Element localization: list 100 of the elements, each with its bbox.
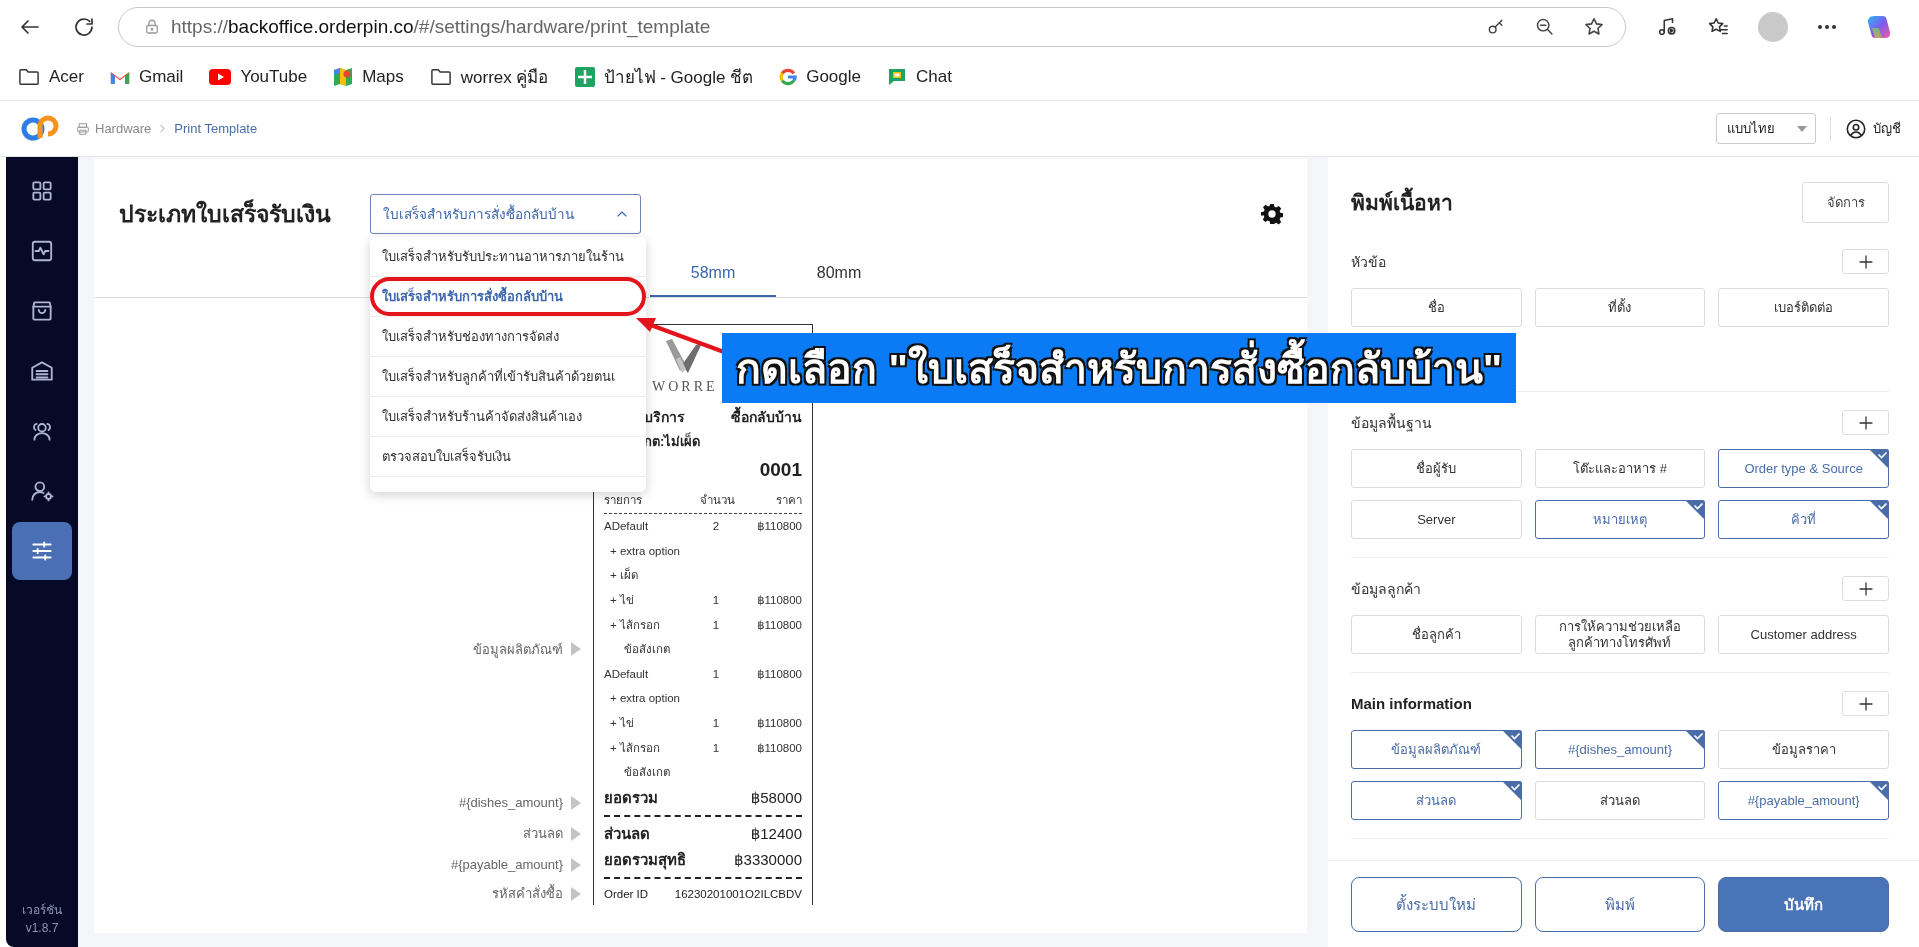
breadcrumb-link[interactable]: Hardware (95, 121, 152, 136)
media-icon[interactable] (1656, 15, 1678, 38)
instruction-banner: กดเลือก "ใบเสร็จสำหรับการสั่งซื้อกลับบ้าน" (722, 333, 1517, 403)
triangle-icon (571, 795, 581, 810)
account-link[interactable]: บัญชี (1873, 118, 1901, 139)
user-gear-icon (29, 478, 55, 504)
item-quantity: 2 (711, 520, 721, 533)
item-name: + extra option (609, 544, 681, 557)
field-toggle-button[interactable]: ที่ตั้ง (1534, 288, 1706, 327)
field-toggle-button[interactable]: ส่วนลด (1351, 781, 1522, 820)
receipt-type-select[interactable]: ใบเสร็จสำหรับการสั่งซื้อกลับบ้าน (370, 194, 641, 234)
service-label: บริการ (644, 408, 685, 427)
field-toggle-button[interactable]: ชื่อลูกค้า (1351, 615, 1522, 654)
section-title: Main information (1351, 695, 1472, 712)
item-name: + extra option (609, 692, 681, 705)
order-id-value: 16230201001O2ILCBDV (674, 887, 802, 900)
chat-icon (887, 66, 907, 87)
field-toggle-button[interactable]: Server (1351, 500, 1522, 539)
item-name: + ไข่ (609, 593, 635, 609)
bookmark[interactable]: worrex คู่มือ (429, 63, 549, 90)
item-price: ฿110800 (756, 593, 802, 608)
field-toggle-button[interactable]: หมายเหตุ (1534, 500, 1706, 539)
item-price: ฿110800 (756, 716, 802, 731)
settings-icon[interactable] (1261, 203, 1283, 225)
summary-value: ฿12400 (750, 824, 802, 843)
bookmark[interactable]: Maps (333, 66, 404, 87)
more-icon[interactable] (1817, 23, 1837, 30)
map-icon (333, 66, 354, 87)
add-button[interactable] (1842, 691, 1889, 716)
bookmark[interactable]: ป้ายไฟ - Google ชีต (574, 63, 754, 90)
action-button[interactable]: พิมพ์ (1534, 877, 1706, 932)
zoom-out-icon[interactable] (1534, 16, 1555, 37)
field-toggle-button[interactable]: โต๊ะและอาหาร # (1534, 449, 1706, 488)
column-header: รายการ (604, 493, 643, 508)
manage-button[interactable]: จัดการ (1802, 182, 1889, 223)
dropdown-option[interactable]: ใบเสร็จสำหรับลูกค้าที่เข้ารับสินค้าด้วยตนเ (370, 357, 646, 397)
save-button[interactable]: บันทึก (1718, 877, 1889, 932)
user-circle-icon[interactable] (1845, 117, 1867, 140)
add-button[interactable] (1842, 410, 1889, 435)
dropdown-option[interactable]: ใบเสร็จสำหรับรับประทานอาหารภายในร้าน (370, 237, 646, 277)
item-name: + ไส้กรอก (609, 617, 661, 633)
item-name: + เผ็ด (609, 566, 639, 584)
bookmark[interactable]: YouTube (209, 66, 308, 87)
triangle-icon (571, 886, 581, 901)
item-name: ข้อสังเกต (623, 765, 671, 781)
nav-button[interactable] (12, 522, 72, 580)
bookmark[interactable]: Gmail (109, 66, 184, 87)
item-name: + ไส้กรอก (609, 740, 661, 756)
language-select[interactable]: แบบไทย (1716, 113, 1816, 144)
field-toggle-button[interactable]: #{payable_amount} (1718, 781, 1889, 820)
caret-icon (1797, 125, 1807, 132)
item-quantity: 1 (711, 741, 721, 754)
dropdown-option[interactable]: ตรวจสอบใบเสร็จรับเงิน (370, 437, 646, 477)
paper-size-tab[interactable]: 58mm (650, 250, 776, 297)
field-label: #{dishes_amount} (458, 795, 563, 811)
field-toggle-button[interactable]: ชื่อ (1351, 288, 1522, 327)
field-toggle-button[interactable]: คิวที่ (1718, 500, 1889, 539)
section-title: หัวข้อ (1351, 252, 1386, 272)
action-button[interactable]: ตั้งระบบใหม่ (1351, 877, 1522, 932)
order-id-label: Order ID (604, 887, 649, 900)
field-toggle-button[interactable]: Order type & Source (1718, 449, 1889, 488)
field-toggle-button[interactable]: ข้อมูลราคา (1718, 730, 1889, 769)
note-text: กต:ไม่เผ็ด (643, 431, 702, 451)
dropdown-option[interactable]: ใบเสร็จสำหรับร้านค้าจัดส่งสินค้าเอง (370, 397, 646, 437)
column-header: จำนวน (698, 493, 736, 508)
paper-size-tab[interactable]: 80mm (776, 250, 902, 297)
triangle-icon (571, 857, 581, 872)
field-toggle-button[interactable]: #{dishes_amount} (1534, 730, 1706, 769)
field-toggle-button[interactable]: การให้ความช่วยเหลือลูกค้าทางโทรศัพท์ (1534, 615, 1706, 654)
column-header: ราคา (775, 493, 802, 508)
check-corner-icon (1869, 781, 1889, 801)
item-price: ฿110800 (756, 740, 802, 755)
item-quantity: 1 (711, 667, 721, 680)
item-name: ADefault (604, 520, 650, 533)
item-quantity: 1 (711, 594, 721, 607)
add-button[interactable] (1842, 576, 1889, 601)
dropdown-option[interactable]: ใบเสร็จสำหรับการสั่งซื้อกลับบ้าน (370, 277, 646, 317)
item-price: ฿110800 (756, 617, 802, 632)
item-quantity: 1 (711, 618, 721, 631)
summary-value: ฿3330000 (734, 850, 802, 869)
bookmark[interactable]: Acer (18, 66, 84, 87)
field-toggle-button[interactable]: ส่วนลด (1534, 781, 1706, 820)
printer-icon (76, 121, 90, 136)
field-toggle-button[interactable]: Customer address (1718, 615, 1889, 654)
field-toggle-button[interactable]: ชื่อผู้รับ (1351, 449, 1522, 488)
folder-icon (429, 66, 452, 87)
bookmark[interactable]: Google (779, 66, 861, 87)
star-icon[interactable] (1583, 15, 1605, 38)
grid-icon (29, 178, 55, 204)
field-label: ส่วนลด (523, 825, 563, 844)
bookmark[interactable]: Chat (887, 66, 952, 87)
url-text: https://backoffice.orderpin.co/#/settings/hardware/print_template (171, 15, 712, 38)
item-price: ฿110800 (756, 666, 802, 681)
assistant-logo-icon[interactable] (1866, 13, 1892, 40)
add-button[interactable] (1842, 249, 1889, 274)
panel-title: พิมพ์เนื้อหา (1351, 186, 1453, 219)
field-toggle-button[interactable]: เบอร์ติดต่อ (1718, 288, 1889, 327)
spreadsheet-icon (574, 66, 595, 87)
summary-label: ยอดรวมสุทธิ (604, 849, 686, 872)
field-toggle-button[interactable]: ข้อมูลผลิตภัณฑ์ (1351, 730, 1522, 769)
